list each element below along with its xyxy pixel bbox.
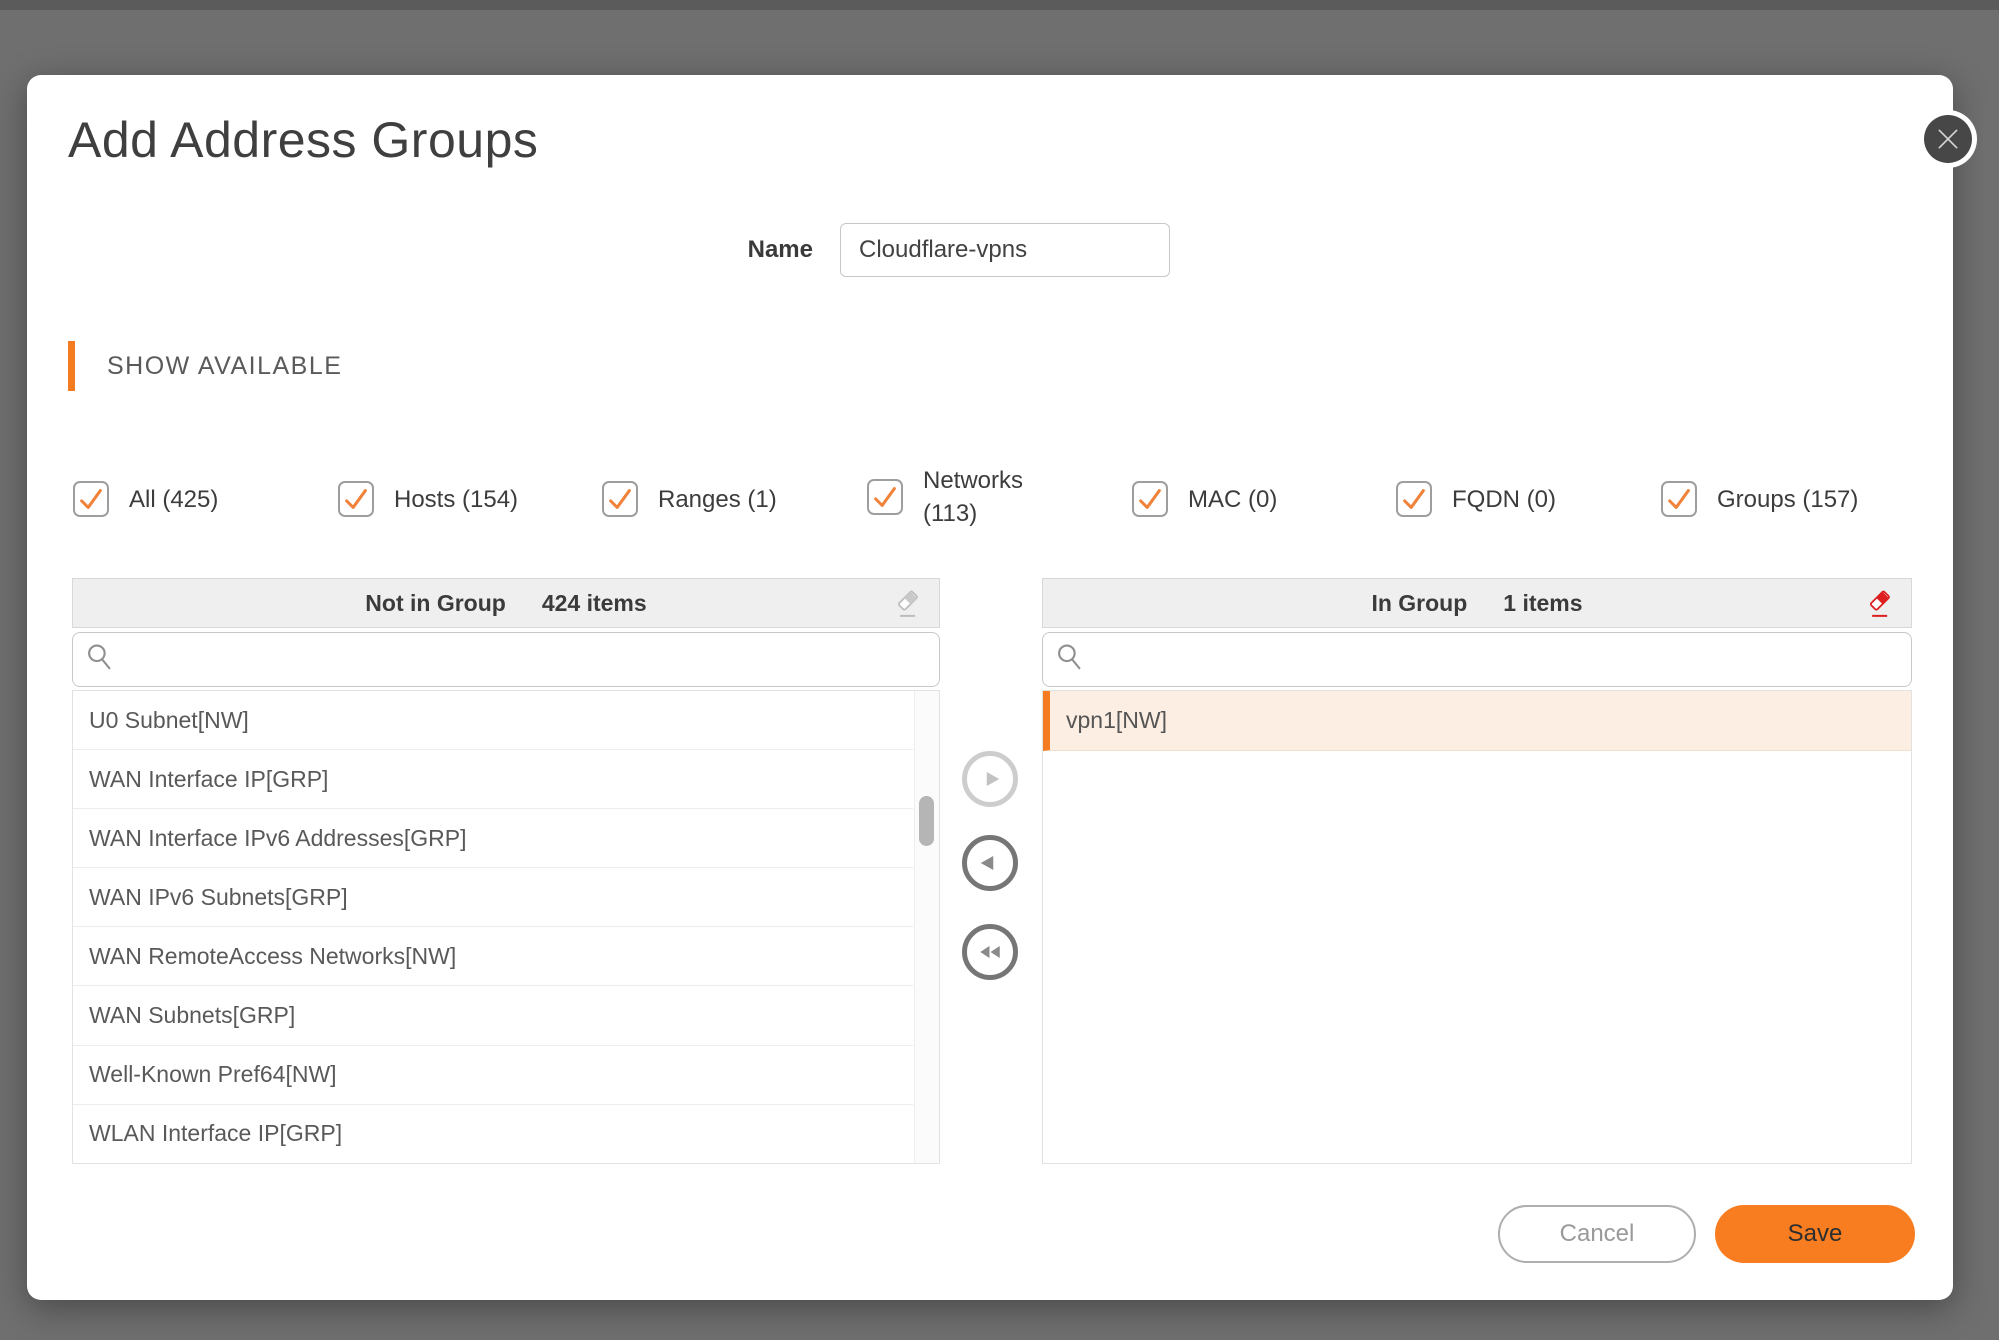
panel-title: In Group <box>1371 590 1467 617</box>
checkbox-checked-icon[interactable] <box>73 481 109 517</box>
search-icon <box>1055 642 1085 677</box>
checkbox-checked-icon[interactable] <box>1661 481 1697 517</box>
not-in-group-search[interactable] <box>72 632 940 687</box>
filter-mac[interactable]: MAC (0) <box>1132 479 1277 519</box>
list-item[interactable]: U0 Subnet[NW] <box>73 691 913 750</box>
panel-item-count: 424 items <box>542 590 647 617</box>
in-group-panel: In Group 1 items vpn1[NW] <box>1042 578 1912 1164</box>
list-item[interactable]: WLAN Interface IP[GRP] <box>73 1105 913 1164</box>
checkbox-checked-icon[interactable] <box>867 479 903 515</box>
eraser-icon[interactable] <box>891 588 923 620</box>
section-accent-bar <box>68 341 75 391</box>
close-button[interactable] <box>1919 110 1977 168</box>
not-in-group-header: Not in Group 424 items <box>72 578 940 628</box>
close-icon <box>1924 115 1972 163</box>
list-item[interactable]: WAN Subnets[GRP] <box>73 986 913 1045</box>
checkbox-checked-icon[interactable] <box>338 481 374 517</box>
cancel-button[interactable]: Cancel <box>1498 1205 1696 1263</box>
save-button[interactable]: Save <box>1715 1205 1915 1263</box>
checkbox-checked-icon[interactable] <box>602 481 638 517</box>
filter-all[interactable]: All (425) <box>73 479 218 519</box>
move-left-button[interactable] <box>962 835 1018 891</box>
name-input[interactable] <box>840 223 1170 277</box>
checkbox-checked-icon[interactable] <box>1396 481 1432 517</box>
filter-groups[interactable]: Groups (157) <box>1661 479 1858 519</box>
filter-ranges[interactable]: Ranges (1) <box>602 479 777 519</box>
list-item[interactable]: WAN IPv6 Subnets[GRP] <box>73 868 913 927</box>
filter-networks[interactable]: Networks (113) <box>867 459 1023 535</box>
list-item[interactable]: Well-Known Pref64[NW] <box>73 1046 913 1105</box>
list-item-selected[interactable]: vpn1[NW] <box>1043 691 1911 751</box>
in-group-list[interactable]: vpn1[NW] <box>1042 690 1912 1164</box>
filter-label: Hosts (154) <box>394 483 518 516</box>
filter-label: Networks (113) <box>923 464 1023 530</box>
list-item[interactable]: WAN RemoteAccess Networks[NW] <box>73 927 913 986</box>
filter-fqdn[interactable]: FQDN (0) <box>1396 479 1556 519</box>
filter-label: Ranges (1) <box>658 483 777 516</box>
search-icon <box>85 642 115 677</box>
scrollbar-thumb[interactable] <box>919 796 934 846</box>
not-in-group-panel: Not in Group 424 items U0 S <box>72 578 940 1164</box>
panel-title: Not in Group <box>365 590 506 617</box>
page-title: Add Address Groups <box>68 111 538 169</box>
in-group-search[interactable] <box>1042 632 1912 687</box>
in-group-header: In Group 1 items <box>1042 578 1912 628</box>
list-item[interactable]: WAN Interface IP[GRP] <box>73 750 913 809</box>
name-field-label: Name <box>593 223 813 277</box>
panel-item-count: 1 items <box>1503 590 1582 617</box>
eraser-red-icon[interactable] <box>1863 588 1895 620</box>
checkbox-checked-icon[interactable] <box>1132 481 1168 517</box>
search-input[interactable] <box>1085 633 1911 686</box>
list-item[interactable]: WAN Interface IPv6 Addresses[GRP] <box>73 809 913 868</box>
not-in-group-list[interactable]: U0 Subnet[NW] WAN Interface IP[GRP] WAN … <box>72 690 940 1164</box>
scrollbar-track[interactable] <box>914 691 939 1163</box>
show-available-label: SHOW AVAILABLE <box>107 341 342 391</box>
filter-label: Groups (157) <box>1717 483 1858 516</box>
filter-label: MAC (0) <box>1188 483 1277 516</box>
filter-label: FQDN (0) <box>1452 483 1556 516</box>
add-address-groups-dialog: Add Address Groups Name SHOW AVAILABLE A… <box>27 75 1953 1300</box>
move-right-button[interactable] <box>962 751 1018 807</box>
search-input[interactable] <box>115 633 939 686</box>
filter-hosts[interactable]: Hosts (154) <box>338 479 518 519</box>
move-all-left-button[interactable] <box>962 924 1018 980</box>
filter-label: All (425) <box>129 483 218 516</box>
